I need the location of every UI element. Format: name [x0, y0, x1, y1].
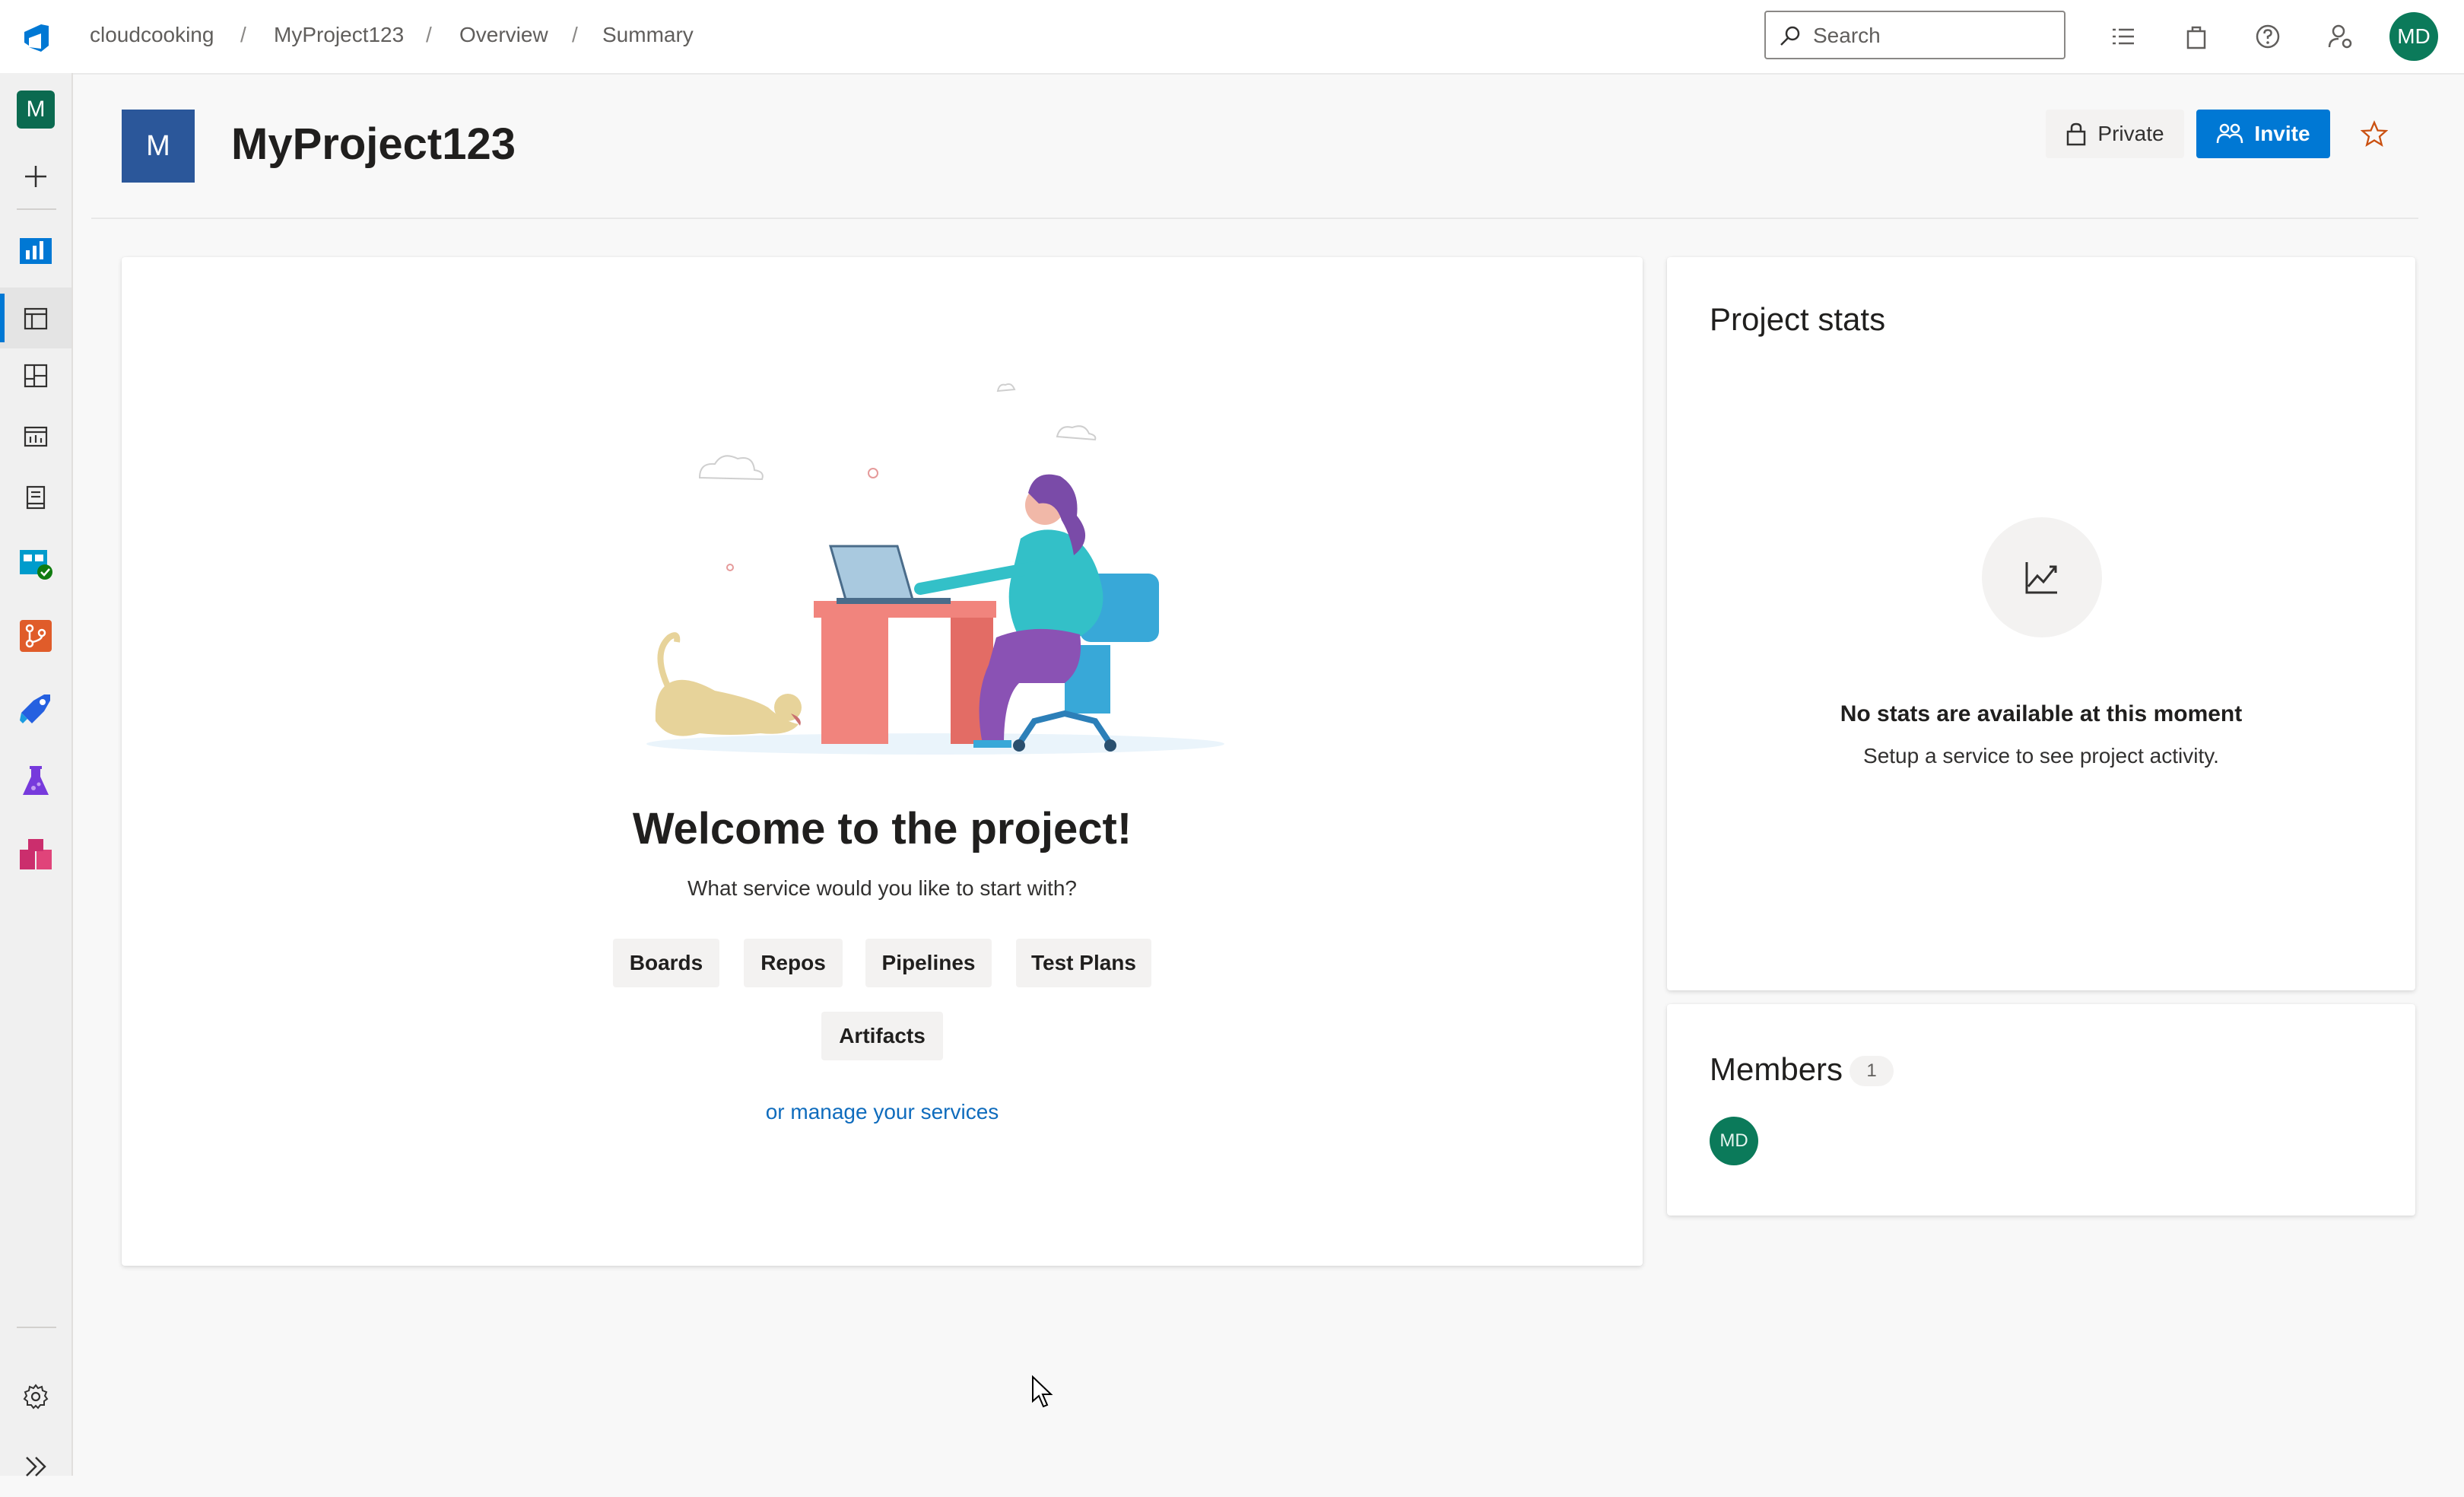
invite-label: Invite	[2254, 122, 2310, 145]
breadcrumb-separator: /	[572, 23, 578, 46]
stats-empty-title: No stats are available at this moment	[1840, 701, 2243, 726]
people-icon	[2217, 123, 2243, 144]
breadcrumb-section[interactable]: Overview	[459, 23, 548, 47]
project-switcher[interactable]: M	[0, 79, 71, 140]
repos-icon[interactable]	[0, 605, 71, 666]
invite-button[interactable]: Invite	[2196, 110, 2330, 158]
member-avatar[interactable]: MD	[1710, 1117, 1758, 1165]
favorite-star-icon[interactable]	[2358, 117, 2391, 151]
breadcrumb-org[interactable]: cloudcooking	[90, 23, 214, 47]
test-plans-icon[interactable]	[0, 752, 71, 812]
marketplace-bag-icon[interactable]	[2178, 18, 2215, 55]
test-plans-service-button[interactable]: Test Plans	[1016, 939, 1151, 987]
welcome-illustration	[646, 383, 1224, 755]
trend-chart-icon	[2025, 562, 2057, 594]
artifacts-service-button[interactable]: Artifacts	[821, 1012, 943, 1060]
pipelines-service-button[interactable]: Pipelines	[865, 939, 992, 987]
settings-icon[interactable]	[0, 1366, 71, 1427]
stats-empty-subtitle: Setup a service to see project activity.	[1863, 744, 2219, 768]
rail-divider	[17, 208, 56, 210]
azure-devops-logo-icon[interactable]	[18, 18, 55, 55]
chart-placeholder	[1982, 517, 2102, 637]
breadcrumb-page[interactable]: Summary	[602, 23, 694, 47]
project-avatar: M	[122, 110, 195, 183]
members-count-badge: 1	[1850, 1056, 1894, 1086]
user-avatar[interactable]: MD	[2389, 12, 2438, 61]
search-box[interactable]	[1764, 11, 2066, 59]
wiki-icon[interactable]	[0, 467, 71, 528]
pipelines-icon[interactable]	[0, 679, 71, 739]
rail-divider	[17, 1327, 56, 1328]
members-card: Members 1 MD	[1667, 1004, 2415, 1216]
dashboards-icon[interactable]	[0, 345, 71, 406]
project-stats-title: Project stats	[1710, 301, 1886, 337]
search-icon	[1780, 26, 1800, 46]
welcome-subtitle: What service would you like to start wit…	[687, 876, 1077, 900]
work-items-icon[interactable]	[2105, 18, 2142, 55]
header-divider	[91, 218, 2418, 219]
help-icon[interactable]	[2250, 18, 2286, 55]
boards-service-button[interactable]: Boards	[613, 939, 719, 987]
breadcrumb-separator: /	[426, 23, 432, 46]
members-title: Members	[1710, 1051, 1843, 1087]
project-tile: M	[17, 91, 55, 129]
analytics-icon[interactable]	[0, 406, 71, 467]
mouse-cursor-icon	[1032, 1375, 1053, 1408]
search-input[interactable]	[1811, 20, 2058, 52]
breadcrumb-project[interactable]: MyProject123	[274, 23, 404, 47]
left-nav-rail: M	[0, 73, 73, 1476]
artifacts-icon[interactable]	[0, 825, 71, 885]
overview-icon[interactable]	[0, 221, 71, 281]
repos-service-button[interactable]: Repos	[744, 939, 843, 987]
expand-icon[interactable]	[0, 1436, 71, 1497]
summary-icon[interactable]	[0, 288, 71, 348]
lock-icon	[2067, 122, 2086, 146]
page-title: MyProject123	[231, 119, 516, 169]
manage-services-link[interactable]: or manage your services	[122, 1100, 1643, 1124]
visibility-label: Private	[2097, 122, 2164, 145]
top-bar: cloudcooking / MyProject123 / Overview /…	[0, 0, 2464, 75]
welcome-title: Welcome to the project!	[632, 804, 1132, 853]
add-icon[interactable]	[0, 146, 71, 207]
project-stats-card: Project stats No stats are available at …	[1667, 257, 2415, 990]
visibility-button[interactable]: Private	[2046, 110, 2184, 158]
breadcrumb-separator: /	[240, 23, 246, 46]
welcome-card: Welcome to the project! What service wou…	[122, 257, 1643, 1266]
user-settings-icon[interactable]	[2323, 18, 2359, 55]
boards-icon[interactable]	[0, 532, 71, 593]
